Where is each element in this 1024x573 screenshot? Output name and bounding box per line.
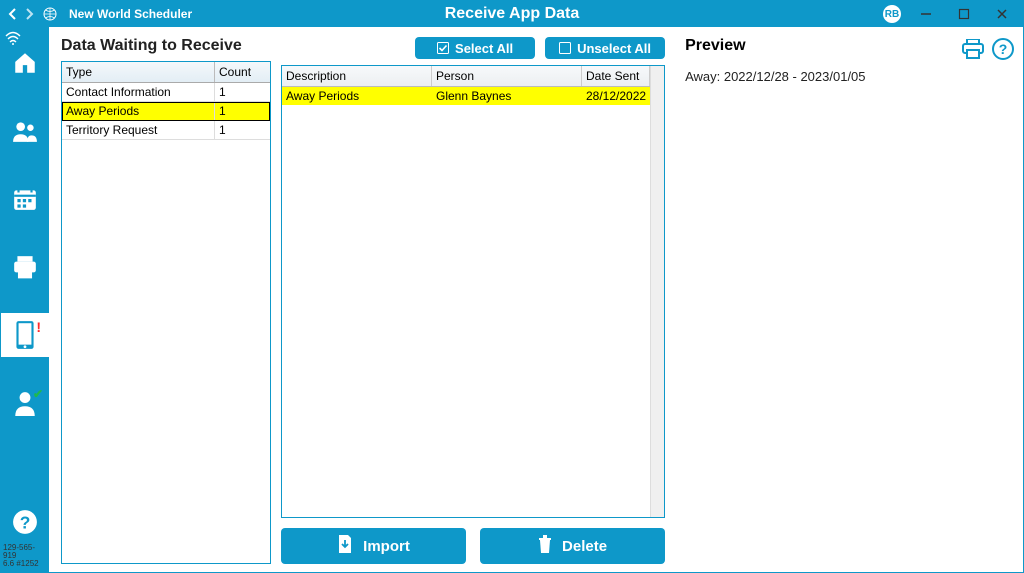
preview-title: Preview	[685, 37, 745, 55]
window-minimize-button[interactable]	[913, 4, 939, 24]
status-line1: 129-565-919	[1, 544, 49, 560]
detail-row[interactable]: Away Periods Glenn Baynes 28/12/2022	[282, 87, 650, 105]
page-title: Receive App Data	[445, 5, 580, 23]
status-line2: 6.6 #1252	[1, 560, 49, 568]
trash-icon	[538, 535, 552, 557]
app-name: New World Scheduler	[69, 7, 192, 21]
scrollbar[interactable]	[650, 66, 664, 517]
import-button[interactable]: Import	[281, 528, 466, 564]
sidebar-mobile[interactable]: !	[1, 313, 49, 357]
sidebar-print[interactable]	[1, 245, 49, 289]
empty-square-icon	[559, 42, 571, 54]
help-button[interactable]: ?	[991, 37, 1015, 61]
titlebar: New World Scheduler Receive App Data RB	[1, 1, 1023, 27]
window-maximize-button[interactable]	[951, 4, 977, 24]
sidebar: ! ✔ ? 129-565-919 6.6 #1252	[1, 27, 49, 572]
alert-badge-icon: !	[36, 319, 41, 335]
type-row[interactable]: Contact Information 1	[62, 83, 270, 102]
check-badge-icon: ✔	[33, 387, 43, 401]
col-date-sent-header[interactable]: Date Sent	[582, 66, 650, 86]
svg-text:?: ?	[999, 41, 1008, 57]
type-row[interactable]: Territory Request 1	[62, 121, 270, 140]
col-count-header[interactable]: Count	[215, 62, 270, 82]
delete-button[interactable]: Delete	[480, 528, 665, 564]
detail-table: Description Person Date Sent Away Period…	[281, 65, 665, 518]
globe-icon	[43, 7, 57, 21]
user-avatar[interactable]: RB	[883, 5, 901, 23]
import-icon	[337, 535, 353, 557]
col-description-header[interactable]: Description	[282, 66, 432, 86]
sidebar-home[interactable]	[1, 41, 49, 85]
nav-back-icon[interactable]	[7, 8, 19, 20]
sidebar-user[interactable]: ✔	[1, 381, 49, 425]
sidebar-help[interactable]: ?	[1, 500, 49, 544]
type-table: Type Count Contact Information 1 Away Pe…	[61, 61, 271, 564]
print-button[interactable]	[961, 37, 985, 61]
unselect-all-button[interactable]: Unselect All	[545, 37, 665, 59]
preview-text: Away: 2022/12/28 - 2023/01/05	[685, 69, 1015, 84]
svg-text:?: ?	[20, 513, 31, 533]
col-person-header[interactable]: Person	[432, 66, 582, 86]
select-all-button[interactable]: Select All	[415, 37, 535, 59]
window-close-button[interactable]	[989, 4, 1015, 24]
nav-forward-icon[interactable]	[23, 8, 35, 20]
type-row[interactable]: Away Periods 1	[62, 102, 270, 121]
check-square-icon	[437, 42, 449, 54]
col-type-header[interactable]: Type	[62, 62, 215, 82]
data-waiting-title: Data Waiting to Receive	[61, 37, 271, 55]
sidebar-people[interactable]	[1, 109, 49, 153]
sidebar-calendar[interactable]	[1, 177, 49, 221]
